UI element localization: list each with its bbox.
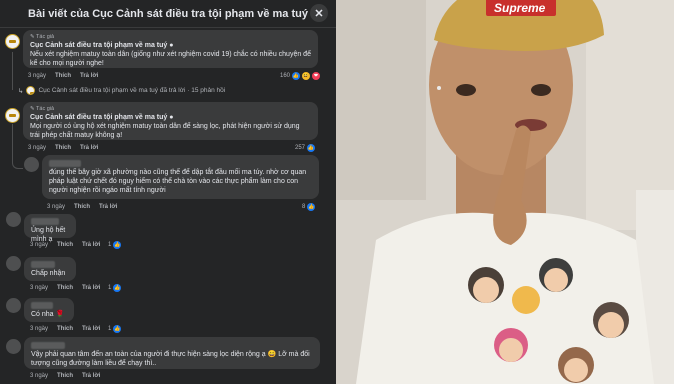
- comment-bubble: Có nha 🌹: [24, 298, 74, 322]
- comment-time[interactable]: 3 ngày: [30, 285, 48, 291]
- reaction-number: 8: [302, 204, 306, 210]
- like-reaction-icon: 👍: [113, 241, 122, 249]
- user-avatar[interactable]: [6, 339, 21, 354]
- reply-summary: Cục Cảnh sát điều tra tội phạm về ma tuý…: [38, 87, 226, 94]
- blurred-author-name[interactable]: [31, 341, 65, 349]
- reaction-count[interactable]: 8 👍: [302, 203, 316, 211]
- comment-actions: 3 ngày Thích Trả lời: [30, 285, 100, 291]
- reaction-count[interactable]: 1 👍: [108, 241, 122, 249]
- like-button[interactable]: Thích: [57, 242, 73, 248]
- blurred-author-name[interactable]: [31, 301, 53, 309]
- reaction-number: 1: [108, 285, 112, 291]
- thread-line: [12, 124, 13, 162]
- comment-bubble: ✎ Tác giả Cục Cảnh sát điều tra tội phạm…: [23, 102, 318, 140]
- author-badge: ✎ Tác giả: [30, 34, 55, 40]
- reply-button[interactable]: Trả lời: [82, 373, 100, 379]
- user-avatar[interactable]: [6, 256, 21, 271]
- like-reaction-icon: 👍: [307, 203, 316, 211]
- comment-bubble: đúng thế bây giờ xã phường nào cũng thế …: [42, 155, 319, 199]
- like-button[interactable]: Thích: [55, 73, 71, 79]
- comment-bubble: Vậy phải quan tâm đến an toàn của người …: [24, 337, 320, 369]
- like-button[interactable]: Thích: [74, 204, 90, 210]
- comment-actions: 3 ngày Thích Trả lời: [47, 204, 117, 210]
- like-reaction-icon: 👍: [113, 325, 122, 333]
- reply-arrow-icon: ↳: [18, 87, 24, 95]
- reply-button[interactable]: Trả lời: [82, 326, 100, 332]
- close-button[interactable]: ✕: [310, 4, 328, 22]
- comment-text: Nếu xét nghiệm matuy toàn dân (giống như…: [30, 51, 311, 67]
- comment-actions: 3 ngày Thích Trả lời: [28, 73, 98, 79]
- like-button[interactable]: Thích: [57, 285, 73, 291]
- comment-time[interactable]: 3 ngày: [30, 242, 48, 248]
- like-reaction-icon: 👍: [113, 284, 122, 292]
- close-icon: ✕: [314, 7, 324, 20]
- dialog-header: Bài viết của Cục Cảnh sát điều tra tội p…: [0, 0, 336, 28]
- comment-text: Mọi người có ủng hộ xét nghiệm matuy toà…: [30, 123, 300, 139]
- comment-time[interactable]: 3 ngày: [28, 145, 46, 151]
- user-avatar[interactable]: [24, 157, 39, 172]
- reaction-count[interactable]: 160 👍 😆 ❤: [280, 72, 321, 80]
- comments-panel: Bài viết của Cục Cảnh sát điều tra tội p…: [0, 0, 336, 384]
- reply-button[interactable]: Trả lời: [82, 285, 100, 291]
- comment-actions: 3 ngày Thích Trả lời: [30, 242, 100, 248]
- comment-text: đúng thế bây giờ xã phường nào cũng thế …: [49, 169, 307, 194]
- comment-author[interactable]: Cục Cảnh sát điều tra tội phạm về ma tuý…: [30, 113, 311, 122]
- haha-reaction-icon: 😆: [302, 72, 311, 80]
- reaction-count[interactable]: 1 👍: [108, 325, 122, 333]
- thread-branch: [12, 162, 23, 169]
- comment-author[interactable]: Cục Cảnh sát điều tra tội phạm về ma tuý…: [30, 41, 311, 50]
- blurred-author-name[interactable]: [31, 217, 59, 225]
- reply-button[interactable]: Trả lời: [82, 242, 100, 248]
- reaction-number: 1: [108, 242, 112, 248]
- comment-text: Vậy phải quan tâm đến an toàn của người …: [31, 351, 310, 367]
- dialog-title: Bài viết của Cục Cảnh sát điều tra tội p…: [28, 7, 308, 20]
- reply-button[interactable]: Trả lời: [99, 204, 117, 210]
- reaction-count[interactable]: 1 👍: [108, 284, 122, 292]
- comment-actions: 3 ngày Thích Trả lời: [28, 145, 98, 151]
- author-avatar[interactable]: [5, 34, 20, 49]
- person-photo: Supreme: [336, 0, 674, 384]
- reply-button[interactable]: Trả lời: [80, 73, 98, 79]
- thread-line: [12, 52, 13, 90]
- comment-text: Chấp nhận: [31, 270, 66, 277]
- comment-bubble: Ủng hộ hết mình ạ: [24, 214, 76, 243]
- comment-time[interactable]: 3 ngày: [30, 326, 48, 332]
- author-avatar[interactable]: [5, 108, 20, 123]
- like-reaction-icon: 👍: [292, 72, 301, 80]
- comment-bubble: ✎ Tác giả Cục Cảnh sát điều tra tội phạm…: [23, 30, 318, 68]
- comment-time[interactable]: 3 ngày: [47, 204, 65, 210]
- like-button[interactable]: Thích: [57, 373, 73, 379]
- reaction-number: 1: [108, 326, 112, 332]
- photo-panel: Supreme: [336, 0, 674, 384]
- heart-reaction-icon: ❤: [312, 72, 321, 80]
- comment-actions: 3 ngày Thích Trả lời: [30, 326, 100, 332]
- comment-time[interactable]: 3 ngày: [30, 373, 48, 379]
- comment-actions: 3 ngày Thích Trả lời: [30, 373, 100, 379]
- comment-time[interactable]: 3 ngày: [28, 73, 46, 79]
- reaction-number: 257: [295, 145, 306, 151]
- reply-button[interactable]: Trả lời: [80, 145, 98, 151]
- author-badge: ✎ Tác giả: [30, 106, 55, 112]
- author-avatar-small: [26, 86, 36, 95]
- like-button[interactable]: Thích: [57, 326, 73, 332]
- like-button[interactable]: Thích: [55, 145, 71, 151]
- cap-logo-text: Supreme: [494, 1, 546, 15]
- view-replies-link[interactable]: ↳ Cục Cảnh sát điều tra tội phạm về ma t…: [18, 86, 225, 95]
- blurred-author-name[interactable]: [49, 159, 81, 167]
- comment-text: Ủng hộ hết mình ạ: [31, 227, 66, 243]
- reaction-number: 160: [280, 73, 291, 79]
- comment-text: Có nha 🌹: [31, 311, 65, 318]
- blurred-author-name[interactable]: [31, 260, 55, 268]
- user-avatar[interactable]: [6, 212, 21, 227]
- reaction-count[interactable]: 257 👍: [295, 144, 316, 152]
- like-reaction-icon: 👍: [307, 144, 316, 152]
- user-avatar[interactable]: [6, 298, 21, 313]
- comment-bubble: Chấp nhận: [24, 257, 76, 281]
